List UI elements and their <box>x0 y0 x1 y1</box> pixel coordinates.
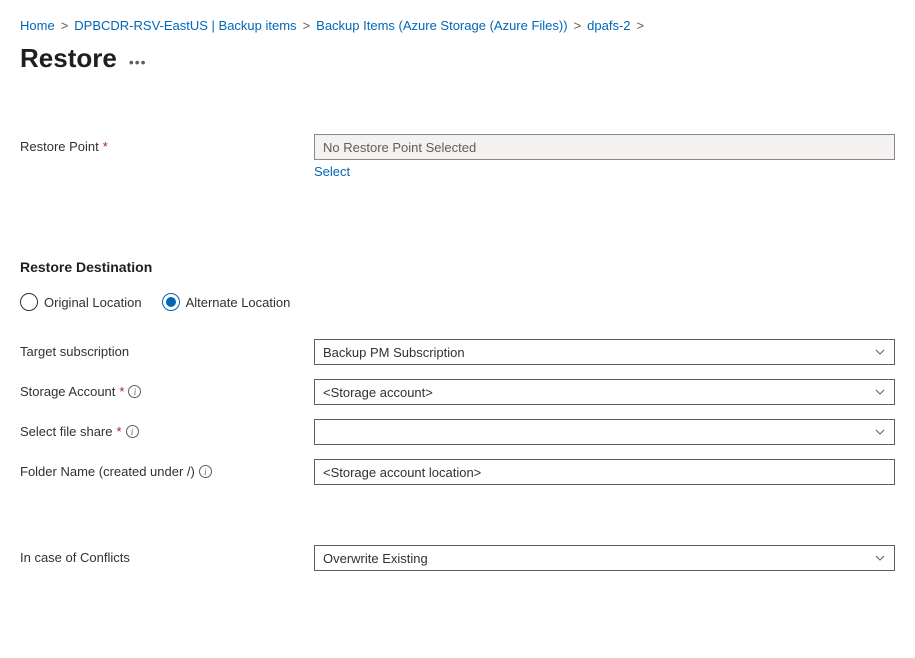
conflicts-label: In case of Conflicts <box>20 545 314 565</box>
page-title-row: Restore ••• <box>20 43 895 74</box>
breadcrumb-separator: > <box>574 18 582 33</box>
breadcrumb-backup-items[interactable]: Backup Items (Azure Storage (Azure Files… <box>316 18 567 33</box>
info-icon[interactable]: i <box>126 425 139 438</box>
more-actions-button[interactable]: ••• <box>129 48 147 70</box>
radio-original-location[interactable]: Original Location <box>20 293 142 311</box>
storage-account-row: Storage Account * i <Storage account> <box>20 379 895 405</box>
storage-account-placeholder: <Storage account> <box>323 385 433 400</box>
destination-radio-group: Original Location Alternate Location <box>20 293 895 311</box>
target-subscription-value: Backup PM Subscription <box>323 345 465 360</box>
select-restore-point-link[interactable]: Select <box>314 164 350 179</box>
breadcrumb-fileshare[interactable]: dpafs-2 <box>587 18 630 33</box>
target-subscription-dropdown[interactable]: Backup PM Subscription <box>314 339 895 365</box>
conflicts-dropdown[interactable]: Overwrite Existing <box>314 545 895 571</box>
chevron-down-icon <box>874 552 886 564</box>
radio-icon <box>20 293 38 311</box>
breadcrumb-separator: > <box>61 18 69 33</box>
required-indicator: * <box>117 424 122 439</box>
breadcrumb-separator: > <box>637 18 645 33</box>
chevron-down-icon <box>874 346 886 358</box>
breadcrumb: Home > DPBCDR-RSV-EastUS | Backup items … <box>20 18 895 33</box>
radio-alternate-location[interactable]: Alternate Location <box>162 293 291 311</box>
storage-account-label: Storage Account * i <box>20 379 314 399</box>
required-indicator: * <box>103 139 108 154</box>
breadcrumb-vault[interactable]: DPBCDR-RSV-EastUS | Backup items <box>74 18 296 33</box>
required-indicator: * <box>119 384 124 399</box>
chevron-down-icon <box>874 426 886 438</box>
chevron-down-icon <box>874 386 886 398</box>
restore-point-label: Restore Point * <box>20 134 314 154</box>
radio-original-label: Original Location <box>44 295 142 310</box>
info-icon[interactable]: i <box>199 465 212 478</box>
file-share-row: Select file share * i <box>20 419 895 445</box>
target-subscription-row: Target subscription Backup PM Subscripti… <box>20 339 895 365</box>
folder-name-input[interactable] <box>314 459 895 485</box>
radio-icon-checked <box>162 293 180 311</box>
file-share-dropdown[interactable] <box>314 419 895 445</box>
folder-name-label: Folder Name (created under /) i <box>20 459 314 479</box>
conflicts-row: In case of Conflicts Overwrite Existing <box>20 545 895 571</box>
info-icon[interactable]: i <box>128 385 141 398</box>
page-title: Restore <box>20 43 117 74</box>
restore-point-row: Restore Point * No Restore Point Selecte… <box>20 134 895 179</box>
radio-alternate-label: Alternate Location <box>186 295 291 310</box>
target-subscription-label: Target subscription <box>20 339 314 359</box>
breadcrumb-separator: > <box>303 18 311 33</box>
restore-destination-heading: Restore Destination <box>20 259 895 275</box>
breadcrumb-home[interactable]: Home <box>20 18 55 33</box>
file-share-label: Select file share * i <box>20 419 314 439</box>
restore-point-field: No Restore Point Selected <box>314 134 895 160</box>
conflicts-value: Overwrite Existing <box>323 551 428 566</box>
folder-name-row: Folder Name (created under /) i <box>20 459 895 485</box>
storage-account-dropdown[interactable]: <Storage account> <box>314 379 895 405</box>
